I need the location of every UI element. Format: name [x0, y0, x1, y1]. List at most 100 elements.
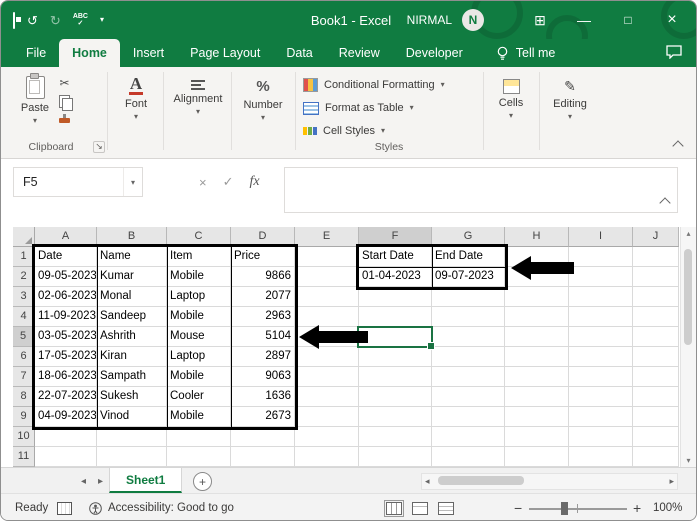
avatar[interactable]: N: [462, 9, 484, 31]
cell-A4[interactable]: 11-09-2023: [35, 307, 97, 327]
vertical-scrollbar-thumb[interactable]: [684, 249, 692, 345]
cell-E2[interactable]: [295, 267, 359, 287]
tab-developer[interactable]: Developer: [393, 39, 476, 67]
cell-D2[interactable]: 9866: [231, 267, 295, 287]
zoom-slider-track[interactable]: [529, 508, 627, 510]
cell-A6[interactable]: 17-05-2023: [35, 347, 97, 367]
cell-G1[interactable]: End Date: [432, 247, 505, 267]
cell-C11[interactable]: [167, 447, 231, 467]
maximize-button[interactable]: □: [606, 1, 650, 39]
undo-icon[interactable]: ↺: [27, 14, 38, 27]
format-as-table-button[interactable]: Format as Table ▾: [303, 99, 414, 117]
tab-review[interactable]: Review: [326, 39, 393, 67]
cell-H6[interactable]: [505, 347, 569, 367]
cell-H3[interactable]: [505, 287, 569, 307]
column-header-H[interactable]: H: [505, 227, 569, 247]
cell-C6[interactable]: Laptop: [167, 347, 231, 367]
cell-A11[interactable]: [35, 447, 97, 467]
collapse-ribbon-icon[interactable]: [672, 140, 684, 152]
cell-C2[interactable]: Mobile: [167, 267, 231, 287]
prev-sheet-icon[interactable]: ◂: [81, 476, 86, 487]
cell-E1[interactable]: [295, 247, 359, 267]
cell-B4[interactable]: Sandeep: [97, 307, 167, 327]
horizontal-scrollbar-thumb[interactable]: [438, 476, 524, 485]
select-all-corner[interactable]: [13, 227, 35, 247]
name-box[interactable]: F5 ▾: [13, 167, 143, 197]
zoom-slider-thumb[interactable]: [561, 502, 568, 515]
tell-me[interactable]: Tell me: [496, 39, 555, 67]
alignment-group-button[interactable]: Alignment ▾: [169, 75, 227, 116]
cell-D4[interactable]: 2963: [231, 307, 295, 327]
cell-I4[interactable]: [569, 307, 633, 327]
cell-J3[interactable]: [633, 287, 679, 307]
cell-G7[interactable]: [432, 367, 505, 387]
cell-B3[interactable]: Monal: [97, 287, 167, 307]
cell-F6[interactable]: [359, 347, 432, 367]
cell-F1[interactable]: Start Date: [359, 247, 432, 267]
paste-dropdown-caret[interactable]: ▾: [33, 117, 37, 125]
account-area[interactable]: NIRMAL N: [407, 1, 484, 39]
cell-I6[interactable]: [569, 347, 633, 367]
cell-C7[interactable]: Mobile: [167, 367, 231, 387]
column-header-F[interactable]: F: [359, 227, 432, 247]
tab-data[interactable]: Data: [273, 39, 325, 67]
tab-home[interactable]: Home: [59, 39, 120, 67]
cell-I1[interactable]: [569, 247, 633, 267]
cell-G8[interactable]: [432, 387, 505, 407]
cell-C8[interactable]: Cooler: [167, 387, 231, 407]
cell-G11[interactable]: [432, 447, 505, 467]
cell-B11[interactable]: [97, 447, 167, 467]
cell-H11[interactable]: [505, 447, 569, 467]
cell-H10[interactable]: [505, 427, 569, 447]
column-header-D[interactable]: D: [231, 227, 295, 247]
cell-F2[interactable]: 01-04-2023: [359, 267, 432, 287]
cell-C1[interactable]: Item: [167, 247, 231, 267]
cell-D7[interactable]: 9063: [231, 367, 295, 387]
cell-C10[interactable]: [167, 427, 231, 447]
cell-D10[interactable]: [231, 427, 295, 447]
row-header-10[interactable]: 10: [13, 427, 35, 447]
cell-E3[interactable]: [295, 287, 359, 307]
row-header-6[interactable]: 6: [13, 347, 35, 367]
cell-J11[interactable]: [633, 447, 679, 467]
cell-I11[interactable]: [569, 447, 633, 467]
page-layout-view-icon[interactable]: [412, 501, 428, 515]
new-sheet-icon[interactable]: +: [193, 472, 212, 491]
cell-styles-button[interactable]: Cell Styles ▾: [303, 122, 385, 140]
row-header-1[interactable]: 1: [13, 247, 35, 267]
cell-A8[interactable]: 22-07-2023: [35, 387, 97, 407]
comments-icon[interactable]: [666, 45, 682, 64]
number-group-button[interactable]: % Number ▾: [237, 75, 289, 122]
column-header-I[interactable]: I: [569, 227, 633, 247]
cell-G2[interactable]: 09-07-2023: [432, 267, 505, 287]
cell-H4[interactable]: [505, 307, 569, 327]
name-box-dropdown-icon[interactable]: ▾: [122, 168, 142, 196]
cell-H2[interactable]: [505, 267, 569, 287]
column-header-E[interactable]: E: [295, 227, 359, 247]
cell-F8[interactable]: [359, 387, 432, 407]
cell-H9[interactable]: [505, 407, 569, 427]
cell-E8[interactable]: [295, 387, 359, 407]
cell-I7[interactable]: [569, 367, 633, 387]
macro-record-icon[interactable]: [57, 494, 72, 520]
cell-J1[interactable]: [633, 247, 679, 267]
cell-A2[interactable]: 09-05-2023: [35, 267, 97, 287]
cell-I5[interactable]: [569, 327, 633, 347]
cell-D5[interactable]: 5104: [231, 327, 295, 347]
apps-grid-icon[interactable]: ⊞: [518, 1, 562, 39]
cell-J8[interactable]: [633, 387, 679, 407]
cell-G3[interactable]: [432, 287, 505, 307]
insert-function-icon[interactable]: fx: [250, 174, 260, 190]
cell-B1[interactable]: Name: [97, 247, 167, 267]
cell-D11[interactable]: [231, 447, 295, 467]
cell-E5[interactable]: [295, 327, 359, 347]
zoom-in-icon[interactable]: +: [633, 494, 641, 520]
format-painter-icon[interactable]: [59, 114, 70, 123]
tab-insert[interactable]: Insert: [120, 39, 177, 67]
row-header-8[interactable]: 8: [13, 387, 35, 407]
spelling-icon[interactable]: ABC ✓: [73, 13, 88, 27]
editing-group-button[interactable]: ✎ Editing ▾: [545, 75, 595, 121]
column-header-G[interactable]: G: [432, 227, 505, 247]
cell-B5[interactable]: Ashrith: [97, 327, 167, 347]
cell-A3[interactable]: 02-06-2023: [35, 287, 97, 307]
